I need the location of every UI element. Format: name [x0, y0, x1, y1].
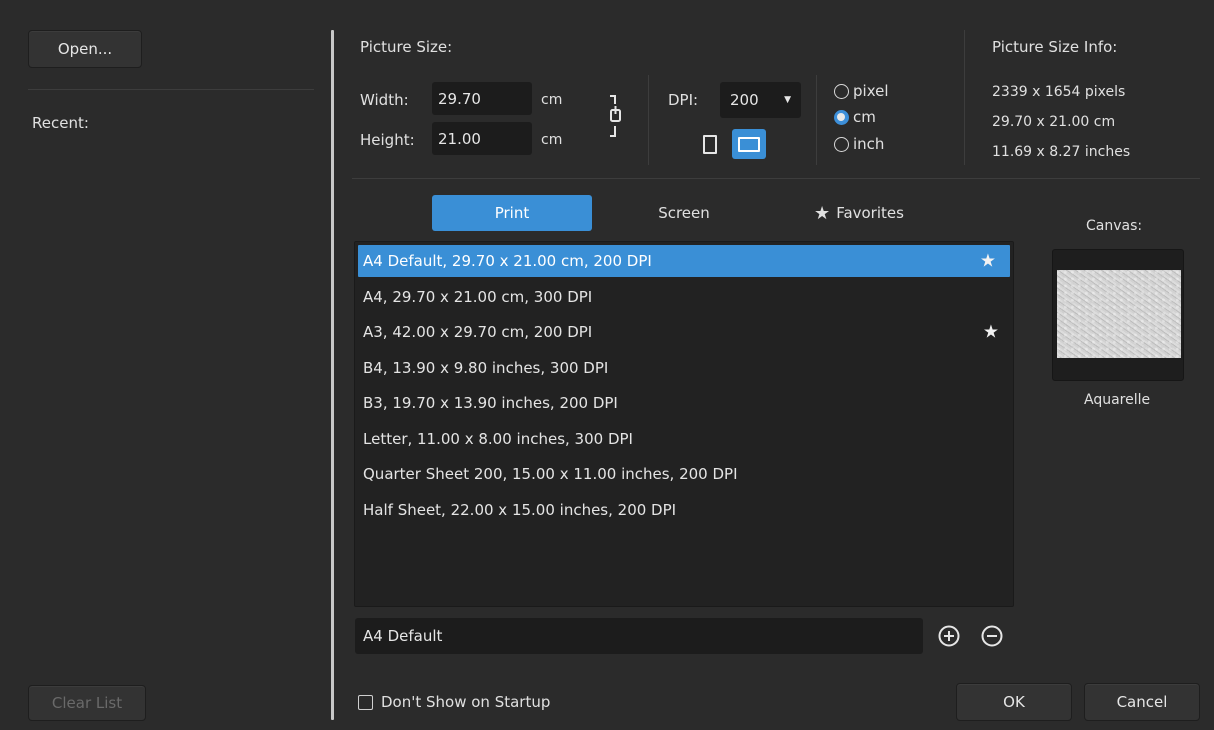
recent-label: Recent: [32, 114, 89, 132]
star-icon[interactable]: ★ [983, 322, 999, 343]
dpi-value: 200 [730, 91, 759, 109]
width-label: Width: [360, 91, 409, 109]
chevron-down-icon: ▼ [784, 95, 791, 105]
ok-button[interactable]: OK [956, 683, 1072, 721]
add-preset-button[interactable] [937, 624, 961, 648]
preset-label: Quarter Sheet 200, 15.00 x 11.00 inches,… [363, 465, 738, 484]
list-item[interactable]: B3, 19.70 x 13.90 inches, 200 DPI [355, 386, 1013, 422]
unit-inch-label: inch [853, 135, 885, 153]
canvas-preview[interactable] [1052, 249, 1184, 381]
radio-on-icon [834, 109, 849, 125]
unit-pixel-radio[interactable]: pixel [834, 82, 889, 100]
unit-cm-label: cm [853, 108, 876, 126]
tab-favorites[interactable]: ★ Favorites [784, 195, 934, 231]
list-item[interactable]: Letter, 11.00 x 8.00 inches, 300 DPI [355, 421, 1013, 457]
cancel-button[interactable]: Cancel [1084, 683, 1200, 721]
radio-off-icon [834, 83, 849, 99]
dpi-select[interactable]: 200 ▼ [720, 82, 801, 118]
panel-splitter[interactable] [331, 30, 334, 720]
info-pixels: 2339 x 1654 pixels [992, 84, 1126, 100]
unit-inch-radio[interactable]: inch [834, 135, 884, 153]
list-item[interactable]: B4, 13.90 x 9.80 inches, 300 DPI [355, 350, 1013, 386]
info-divider [964, 30, 965, 165]
height-input[interactable]: 21.00 [432, 122, 532, 155]
landscape-icon [738, 136, 760, 152]
size-divider-2 [816, 75, 817, 165]
portrait-icon [703, 134, 717, 154]
height-unit: cm [541, 132, 563, 148]
top-divider [352, 178, 1200, 179]
link-aspect-icon[interactable] [606, 94, 626, 144]
tab-favorites-label: Favorites [836, 204, 904, 222]
dont-show-checkbox[interactable]: Don't Show on Startup [358, 693, 550, 711]
info-title: Picture Size Info: [992, 38, 1118, 56]
preset-label: Letter, 11.00 x 8.00 inches, 300 DPI [363, 429, 633, 448]
open-button[interactable]: Open... [28, 30, 142, 68]
remove-preset-button[interactable] [980, 624, 1004, 648]
preset-label: A3, 42.00 x 29.70 cm, 200 DPI [363, 323, 593, 342]
info-inches: 11.69 x 8.27 inches [992, 144, 1131, 160]
radio-off-icon [834, 136, 849, 152]
clear-list-button[interactable]: Clear List [28, 685, 146, 721]
landscape-orientation-button[interactable] [732, 129, 766, 159]
dont-show-label: Don't Show on Startup [381, 693, 551, 711]
list-item[interactable]: A4 Default, 29.70 x 21.00 cm, 200 DPI ★ [358, 245, 1010, 277]
preset-name-input[interactable]: A4 Default [355, 618, 923, 654]
preset-label: A4 Default, 29.70 x 21.00 cm, 200 DPI [363, 252, 652, 270]
portrait-orientation-button[interactable] [699, 132, 721, 156]
new-picture-dialog: Open... Recent: Clear List Picture Size:… [0, 0, 1214, 730]
list-item[interactable]: Half Sheet, 22.00 x 15.00 inches, 200 DP… [355, 492, 1013, 528]
unit-cm-radio[interactable]: cm [834, 108, 876, 126]
star-icon: ★ [814, 202, 831, 224]
width-input[interactable]: 29.70 [432, 82, 532, 115]
picture-size-title: Picture Size: [360, 38, 453, 56]
preset-label: B4, 13.90 x 9.80 inches, 300 DPI [363, 358, 609, 377]
preset-label: Half Sheet, 22.00 x 15.00 inches, 200 DP… [363, 500, 677, 519]
size-divider-1 [648, 75, 649, 165]
left-divider [28, 89, 314, 90]
list-item[interactable]: A3, 42.00 x 29.70 cm, 200 DPI ★ [355, 315, 1013, 351]
list-item[interactable]: Quarter Sheet 200, 15.00 x 11.00 inches,… [355, 457, 1013, 493]
preset-list[interactable]: A4 Default, 29.70 x 21.00 cm, 200 DPI ★ … [354, 241, 1014, 607]
canvas-texture-image [1057, 270, 1181, 358]
canvas-title: Canvas: [1086, 218, 1143, 234]
tab-print[interactable]: Print [432, 195, 592, 231]
dpi-label: DPI: [668, 91, 699, 109]
preset-label: B3, 19.70 x 13.90 inches, 200 DPI [363, 394, 618, 413]
list-item[interactable]: A4, 29.70 x 21.00 cm, 300 DPI [355, 279, 1013, 315]
plus-circle-icon [938, 625, 960, 647]
height-label: Height: [360, 131, 415, 149]
checkbox-icon [358, 694, 373, 710]
unit-pixel-label: pixel [853, 82, 889, 100]
tab-screen[interactable]: Screen [604, 195, 764, 231]
minus-circle-icon [981, 625, 1003, 647]
width-unit: cm [541, 92, 563, 108]
canvas-name: Aquarelle [1084, 392, 1151, 408]
preset-label: A4, 29.70 x 21.00 cm, 300 DPI [363, 287, 593, 306]
info-cm: 29.70 x 21.00 cm [992, 114, 1116, 130]
star-icon[interactable]: ★ [980, 251, 996, 272]
